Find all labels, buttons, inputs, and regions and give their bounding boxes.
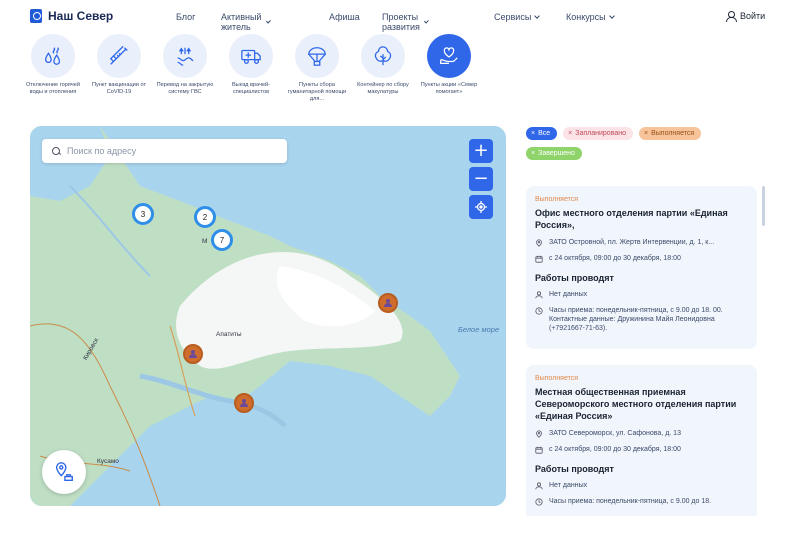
map-marker[interactable] xyxy=(378,293,398,313)
calendar-icon xyxy=(535,255,543,263)
map-place-label: Апатиты xyxy=(216,331,242,338)
login-button[interactable]: Войти xyxy=(726,11,765,22)
zoom-in-button[interactable]: + xyxy=(469,139,493,163)
status-badge: Выполняется xyxy=(535,375,579,382)
category-doctors[interactable]: Выезд врачей-специалистов xyxy=(218,34,284,103)
category-list: Отключение горячей воды и отопления Пунк… xyxy=(20,34,482,103)
locate-icon xyxy=(475,201,487,213)
map-marker[interactable] xyxy=(183,344,203,364)
close-icon: × xyxy=(568,130,573,137)
filter-in-progress[interactable]: × Выполняется xyxy=(639,127,702,140)
menu-item-active-resident[interactable]: Активный житель xyxy=(221,12,271,32)
map-sea-label: Белое море xyxy=(458,325,500,334)
status-filters: × Все × Запланировано × Выполняется × Заверш… xyxy=(526,127,756,160)
work-heading: Работы проводят xyxy=(535,273,614,283)
event-card[interactable]: Выполняется Местная общественная приемна… xyxy=(526,365,757,516)
map-cluster[interactable]: 7 xyxy=(211,229,233,251)
person-icon xyxy=(189,350,197,358)
clock-icon xyxy=(535,498,543,506)
location-pin-icon xyxy=(536,239,542,247)
category-paper-container[interactable]: Контейнер по сбору макулатуры xyxy=(350,34,416,103)
address-search-input[interactable] xyxy=(67,146,277,156)
category-humanitarian[interactable]: Пункты сбора гуманитарной помощи для... xyxy=(284,34,350,103)
category-vaccination[interactable]: Пункт вакцинации от CoVID-19 xyxy=(86,34,152,103)
marker-pin-icon xyxy=(55,462,73,481)
event-address: ЗАТО Североморск, ул. Сафонова, д. 13 xyxy=(549,430,681,437)
chevron-down-icon xyxy=(424,18,429,23)
event-dates: с 24 октября, 09:00 до 30 декабря, 18:00 xyxy=(549,255,681,262)
chevron-down-icon xyxy=(534,12,541,19)
person-icon xyxy=(384,299,392,307)
map-cluster[interactable]: 2 xyxy=(194,206,216,228)
close-icon: × xyxy=(644,130,649,137)
location-pin-icon xyxy=(536,430,542,438)
logo-text: Наш Север xyxy=(48,9,114,23)
water-heat-icon xyxy=(45,47,61,65)
status-badge: Выполняется xyxy=(535,196,579,203)
work-heading: Работы проводят xyxy=(535,464,614,474)
ambulance-icon xyxy=(241,49,261,64)
event-executor: Нет данных xyxy=(549,482,588,489)
map-place-label: Кусамо xyxy=(97,458,119,465)
clock-icon xyxy=(535,307,543,315)
map-cluster[interactable]: 3 xyxy=(132,203,154,225)
category-hot-water[interactable]: Отключение горячей воды и отопления xyxy=(20,34,86,103)
map-canvas xyxy=(30,126,506,506)
calendar-icon xyxy=(535,446,543,454)
event-address: ЗАТО Островной, пл. Жертв Интервенции, д… xyxy=(549,239,715,246)
category-north-helps[interactable]: Пункты акции «Север помогает» xyxy=(416,34,482,103)
chevron-down-icon xyxy=(265,18,271,23)
user-icon xyxy=(535,291,543,299)
event-title: Офис местного отделения партии «Единая Р… xyxy=(535,208,728,230)
menu-item-projects[interactable]: Проекты развития xyxy=(382,12,429,32)
parachute-icon xyxy=(308,47,326,66)
map-place-label: М xyxy=(202,238,208,245)
event-card[interactable]: Выполняется Офис местного отделения парт… xyxy=(526,186,757,349)
close-icon: × xyxy=(531,130,536,137)
person-icon xyxy=(240,399,248,407)
event-list: Выполняется Офис местного отделения парт… xyxy=(526,186,766,516)
heart-hand-icon xyxy=(440,47,458,64)
event-hours: Часы приема: понедельник-пятница, с 9.00… xyxy=(549,307,723,332)
search-icon xyxy=(52,146,61,156)
event-hours: Часы приема: понедельник-пятница, с 9.00… xyxy=(549,498,712,505)
event-executor: Нет данных xyxy=(549,291,588,298)
chevron-down-icon xyxy=(608,12,615,19)
menu-item-contests[interactable]: Конкурсы xyxy=(566,12,615,22)
filter-completed[interactable]: × Завершено xyxy=(526,147,582,160)
geolocate-button[interactable] xyxy=(469,195,493,219)
address-search xyxy=(42,139,287,163)
menu-item-blog[interactable]: Блог xyxy=(176,12,195,22)
zoom-out-button[interactable]: − xyxy=(469,167,493,191)
category-water-system[interactable]: Перевод на закрытую систему ГВС xyxy=(152,34,218,103)
syringe-icon xyxy=(109,45,128,65)
list-scrollbar[interactable] xyxy=(762,186,765,226)
filter-all[interactable]: × Все xyxy=(526,127,558,140)
event-dates: с 24 октября, 09:00 до 30 декабря, 18:00 xyxy=(549,446,681,453)
top-navbar: Наш Север Блог Активный житель Афиша Про… xyxy=(0,0,795,34)
close-icon: × xyxy=(531,150,536,157)
logo-icon xyxy=(30,9,42,23)
menu-item-afisha[interactable]: Афиша xyxy=(329,12,360,22)
event-title: Местная общественная приемная Североморс… xyxy=(535,387,737,421)
water-system-icon xyxy=(177,47,194,66)
map-legend-button[interactable] xyxy=(42,450,86,494)
map-marker[interactable] xyxy=(234,393,254,413)
site-logo[interactable]: Наш Север xyxy=(30,9,113,23)
map-view[interactable]: + − 3 2 7 М Апатиты Кировск Кусамо Белое… xyxy=(30,126,506,506)
tree-icon xyxy=(374,46,392,66)
user-icon xyxy=(726,11,737,22)
filter-planned[interactable]: × Запланировано xyxy=(563,127,633,140)
user-icon xyxy=(535,482,543,490)
menu-item-services[interactable]: Сервисы xyxy=(494,12,541,22)
